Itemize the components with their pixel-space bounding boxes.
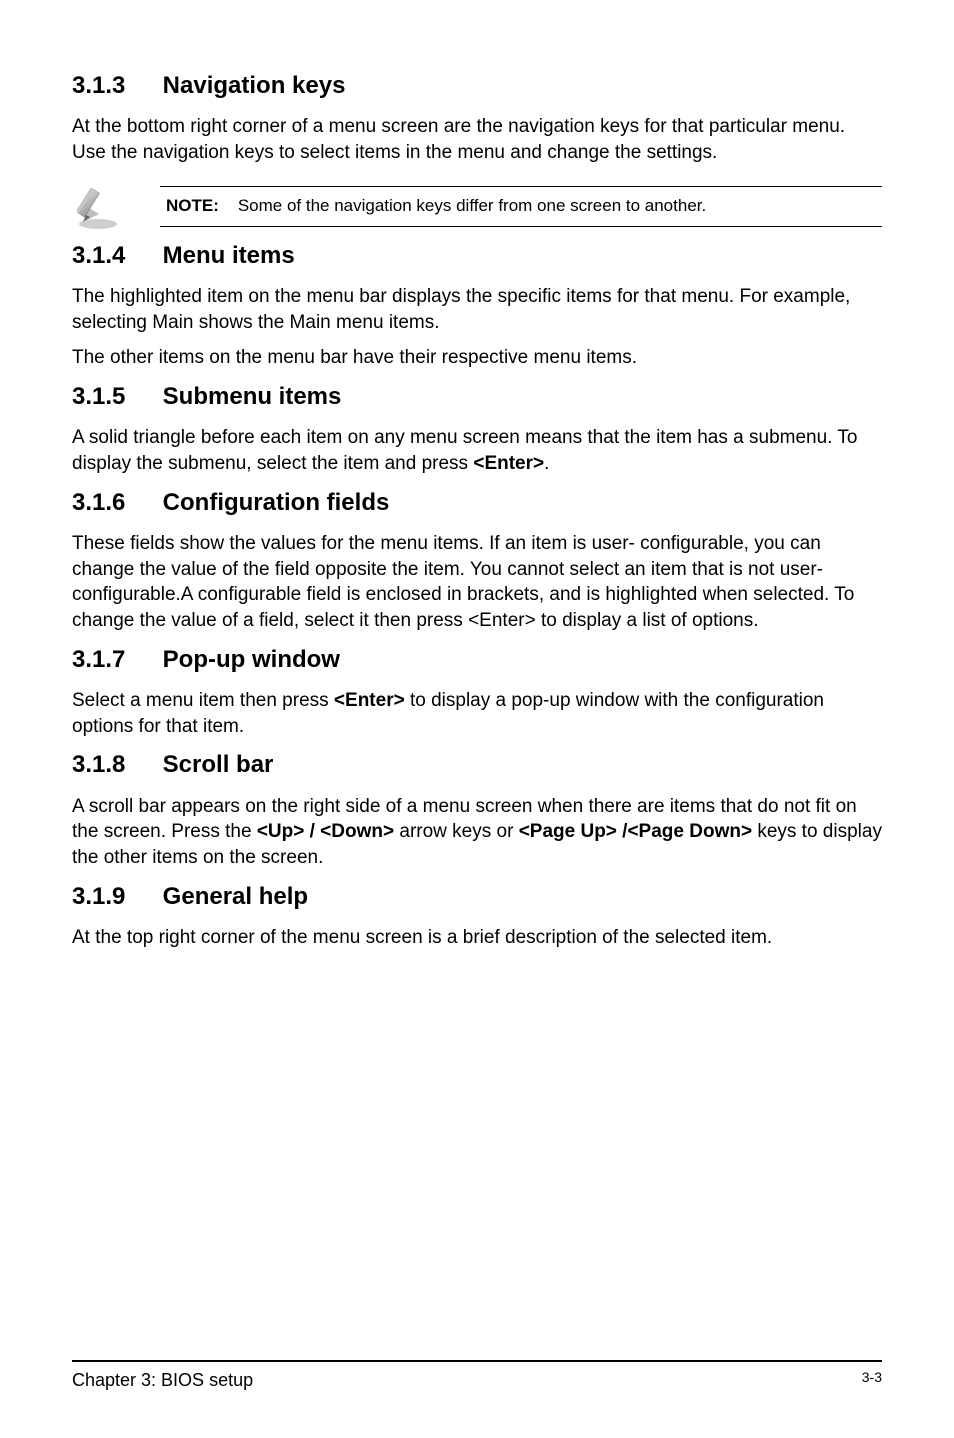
note-text: Some of the navigation keys differ from … bbox=[238, 196, 706, 215]
text: arrow keys or bbox=[394, 821, 519, 842]
note-label: NOTE: bbox=[166, 196, 219, 215]
note-callout: NOTE: Some of the navigation keys differ… bbox=[72, 184, 882, 230]
paragraph: The other items on the menu bar have the… bbox=[72, 345, 882, 371]
pencil-icon bbox=[72, 184, 132, 230]
section-title: Scroll bar bbox=[163, 751, 274, 778]
paragraph: Select a menu item then press <Enter> to… bbox=[72, 688, 882, 739]
key-enter: <Enter> bbox=[334, 690, 405, 711]
section-title: Navigation keys bbox=[163, 72, 346, 99]
section-number: 3.1.9 bbox=[72, 881, 156, 913]
text: . bbox=[544, 453, 549, 474]
heading-3-1-6: 3.1.6 Configuration fields bbox=[72, 487, 882, 519]
footer-page-number: 3-3 bbox=[862, 1368, 882, 1392]
section-title: Configuration fields bbox=[163, 489, 390, 516]
section-number: 3.1.8 bbox=[72, 749, 156, 781]
paragraph: A solid triangle before each item on any… bbox=[72, 425, 882, 476]
heading-3-1-5: 3.1.5 Submenu items bbox=[72, 381, 882, 413]
note-box: NOTE: Some of the navigation keys differ… bbox=[160, 186, 882, 227]
section-title: Submenu items bbox=[163, 383, 342, 410]
heading-3-1-9: 3.1.9 General help bbox=[72, 881, 882, 913]
section-number: 3.1.5 bbox=[72, 381, 156, 413]
footer-chapter: Chapter 3: BIOS setup bbox=[72, 1368, 253, 1392]
heading-3-1-3: 3.1.3 Navigation keys bbox=[72, 70, 882, 102]
paragraph: A scroll bar appears on the right side o… bbox=[72, 794, 882, 871]
section-title: General help bbox=[163, 883, 308, 910]
heading-3-1-8: 3.1.8 Scroll bar bbox=[72, 749, 882, 781]
section-title: Menu items bbox=[163, 242, 295, 269]
paragraph: These fields show the values for the men… bbox=[72, 531, 882, 634]
section-number: 3.1.3 bbox=[72, 70, 156, 102]
text: A solid triangle before each item on any… bbox=[72, 427, 857, 474]
paragraph: The highlighted item on the menu bar dis… bbox=[72, 284, 882, 335]
section-title: Pop-up window bbox=[163, 646, 340, 673]
text: Select a menu item then press bbox=[72, 690, 334, 711]
key-page-up-down: <Page Up> /<Page Down> bbox=[519, 821, 752, 842]
page-footer: Chapter 3: BIOS setup 3-3 bbox=[72, 1360, 882, 1392]
heading-3-1-7: 3.1.7 Pop-up window bbox=[72, 644, 882, 676]
key-enter: <Enter> bbox=[473, 453, 544, 474]
key-up-down: <Up> / <Down> bbox=[257, 821, 394, 842]
paragraph: At the top right corner of the menu scre… bbox=[72, 925, 882, 951]
section-number: 3.1.7 bbox=[72, 644, 156, 676]
heading-3-1-4: 3.1.4 Menu items bbox=[72, 240, 882, 272]
section-number: 3.1.4 bbox=[72, 240, 156, 272]
section-number: 3.1.6 bbox=[72, 487, 156, 519]
paragraph: At the bottom right corner of a menu scr… bbox=[72, 114, 882, 165]
